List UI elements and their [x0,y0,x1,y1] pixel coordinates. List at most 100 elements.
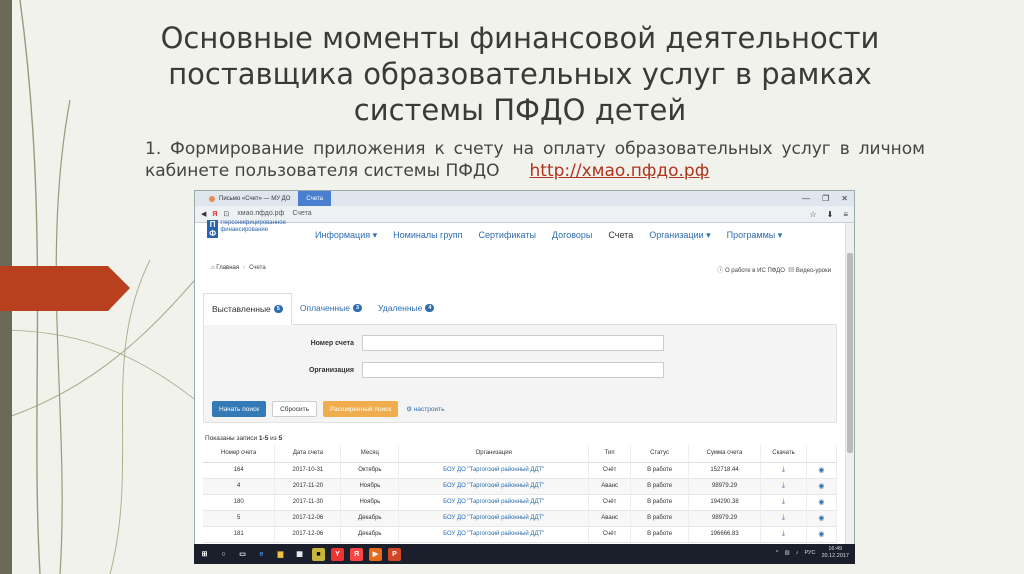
col-date[interactable]: Дата счета [274,445,342,463]
col-month[interactable]: Месяц [340,445,400,463]
table-row: 4 2017-11-20 Ноябрь БОУ ДО "Таргогский рай… [203,478,838,495]
task-view-icon[interactable]: ▭ [236,548,249,561]
table-row: 180 2017-11-30 Ноябрь БОУ ДО "Таргогский р… [203,494,838,511]
nav-contracts[interactable]: Договоры [552,230,592,241]
col-status[interactable]: Статус [630,445,690,463]
view-icon[interactable]: ◉ [818,531,824,538]
system-tray: ^ ▥ ♪ РУС 16:49 20.12.2017 [776,546,849,560]
count-badge: 3 [352,304,363,312]
about-link[interactable]: О работе в ИС ПФДО [725,268,785,274]
minimize-button[interactable]: — [802,194,810,203]
col-number[interactable]: Номер счета [203,445,276,463]
page-scrollbar[interactable] [845,223,854,545]
count-badge: 4 [425,304,435,312]
pfdo-logo[interactable]: П Ф Д О Персонифицированное финансирован… [207,220,302,244]
logo-text: Персонифицированное финансирование [220,220,286,233]
volume-icon[interactable]: ♪ [796,550,799,556]
yandex-browser-icon[interactable]: Y [331,547,344,561]
settings-link[interactable]: ⚙ настроить [404,401,446,417]
window-controls: — ❐ ✕ [802,191,848,206]
site-content: П Ф Д О Персонифицированное финансирован… [195,220,846,545]
breadcrumb-home[interactable]: Главная [216,265,239,271]
search-icon[interactable]: ○ [217,548,230,561]
windows-start-icon[interactable]: ⊞ [198,548,211,561]
col-organization[interactable]: Организация [398,445,590,463]
organization-row: Организация [204,362,664,378]
table-row: 181 2017-12-06 Декабрь БОУ ДО "Таргогский … [203,526,838,543]
gear-icon: ⚙ [406,406,413,413]
breadcrumb: ⌂ Главная › Счета ⓘ О работе в ИС ПФДО ▤ В… [211,265,831,274]
download-icon[interactable]: ⤓ [782,466,785,473]
org-link[interactable]: БОУ ДО "Таргогский районный ДДТ" [398,478,590,495]
clock[interactable]: 16:49 20.12.2017 [821,546,849,560]
browser-window: Письмо «Счет» — МУ ДО Счета — ❐ ✕ ◀ Я ⊡ х… [194,190,855,564]
video-link[interactable]: Видео-уроки [796,268,831,274]
breadcrumb-current: Счета [249,265,266,271]
edge-icon[interactable]: e [255,548,268,561]
download-icon[interactable]: ⤓ [782,514,785,521]
col-type[interactable]: Тип [588,445,632,463]
browser-tab-mail[interactable]: Письмо «Счет» — МУ ДО [201,191,298,206]
table-row: 5 2017-12-06 Декабрь БОУ ДО "Таргогский ра… [203,510,838,527]
browser-tab-invoices[interactable]: Счета [298,191,331,206]
org-link[interactable]: БОУ ДО "Таргогский районный ДДТ" [398,494,590,511]
col-amount[interactable]: Сумма счета [688,445,761,463]
col-download: Скачать [760,445,807,463]
slide-subtitle: 1. Формирование приложения к счету на оп… [145,138,925,182]
network-icon[interactable]: ▥ [785,550,790,556]
info-icon: ⓘ [717,268,724,274]
view-icon[interactable]: ◉ [818,515,824,522]
nav-invoices[interactable]: Счета [608,230,633,241]
nav-group-nominals[interactable]: Номиналы групп [393,230,462,241]
download-icon[interactable]: ⤓ [782,498,785,505]
nav-organizations[interactable]: Организации ▾ [649,230,710,241]
download-icon[interactable]: ⤓ [782,530,785,537]
windows-taskbar: ⊞ ○ ▭ e ▆ ▦ ■ Y Я ▶ P ^ ▥ ♪ РУС 16:49 20.… [194,544,855,564]
home-icon: ⌂ [211,265,215,271]
tab-issued[interactable]: Выставленные 5 [203,293,292,325]
page-title-text: Счета [292,210,312,217]
powerpoint-icon[interactable]: P [388,547,401,561]
app-icon[interactable]: ■ [312,547,325,561]
nav-certificates[interactable]: Сертификаты [478,230,535,241]
filter-panel: Номер счета Организация Начать поиск Сбр… [203,325,837,423]
search-button[interactable]: Начать поиск [212,401,267,417]
invoice-number-label: Номер счета [310,339,354,347]
language-indicator[interactable]: РУС [804,550,815,556]
view-icon[interactable]: ◉ [818,483,824,490]
site-navbar: П Ф Д О Персонифицированное финансирован… [195,220,846,247]
folder-icon[interactable]: ▆ [274,548,287,561]
pfdo-link[interactable]: http://хмао.пфдо.рф [530,161,710,181]
invoice-number-input[interactable] [362,335,664,351]
nav-info[interactable]: Информация ▾ [315,230,377,241]
org-link[interactable]: БОУ ДО "Таргогский районный ДДТ" [398,526,590,543]
org-link[interactable]: БОУ ДО "Таргогский районный ДДТ" [398,510,590,527]
bookmark-icon[interactable]: ☆ [809,210,816,219]
table-header-row: Номер счета Дата счета Месяц Организация… [203,445,838,463]
reset-button[interactable]: Сбросить [272,401,317,417]
video-icon: ▤ [788,268,795,274]
download-icon[interactable]: ⬇ [827,210,834,219]
media-icon[interactable]: ▶ [369,547,382,561]
menu-icon[interactable]: ≡ [843,210,848,219]
invoices-table: Номер счета Дата счета Месяц Организация… [203,445,838,543]
yandex-icon[interactable]: Я [350,547,363,561]
back-icon[interactable]: ◀ [201,210,206,218]
invoice-number-row: Номер счета [204,335,664,351]
close-button[interactable]: ✕ [841,194,848,203]
tab-paid[interactable]: Оплаченные 3 [292,292,370,324]
tab-deleted[interactable]: Удаленные 4 [370,292,442,324]
store-icon[interactable]: ▦ [293,548,306,561]
organization-input[interactable] [362,362,664,378]
records-summary: Показаны записи 1-5 из 5 [205,435,283,442]
view-icon[interactable]: ◉ [818,499,824,506]
yandex-icon[interactable]: Я [212,211,217,218]
advanced-search-button[interactable]: Расширенный поиск [322,401,399,417]
maximize-button[interactable]: ❐ [822,194,829,203]
tray-arrow-icon[interactable]: ^ [776,550,779,556]
org-link[interactable]: БОУ ДО "Таргогский районный ДДТ" [398,462,590,479]
view-icon[interactable]: ◉ [818,467,824,474]
download-icon[interactable]: ⤓ [782,482,785,489]
mail-icon [209,195,215,202]
nav-programs[interactable]: Программы ▾ [727,230,783,241]
